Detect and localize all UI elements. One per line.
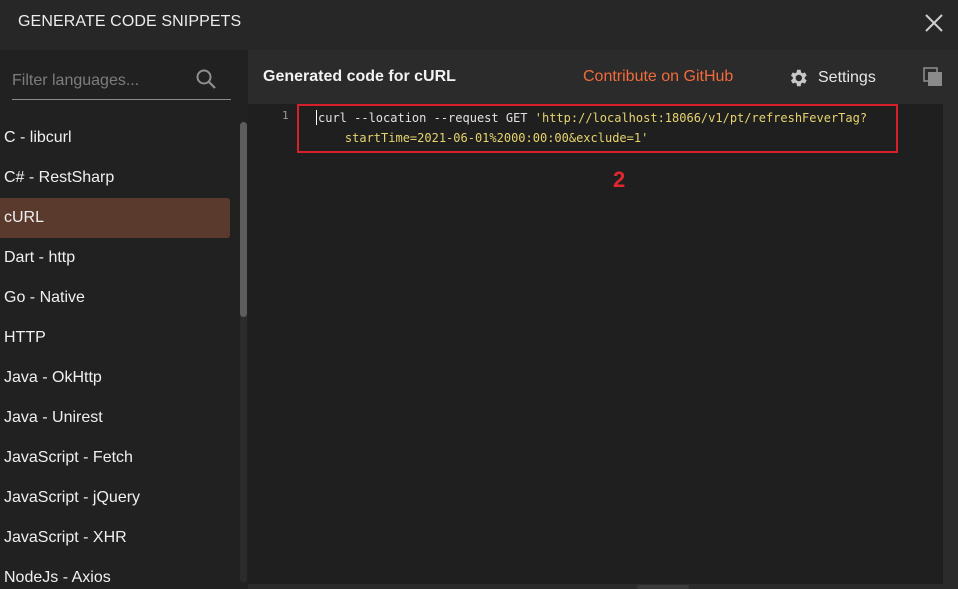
settings-label: Settings	[818, 69, 876, 86]
code-snippet[interactable]: curl --location --request GET 'http://lo…	[316, 108, 916, 148]
sidebar-scrollbar[interactable]	[240, 122, 247, 582]
code-panel: Generated code for cURL Contribute on Gi…	[248, 50, 958, 589]
line-number: 1	[282, 109, 289, 122]
search-icon[interactable]	[195, 68, 217, 90]
code-url-continued: startTime=2021-06-01%2000:00:00&exclude=…	[316, 131, 649, 145]
filter-languages-field	[12, 64, 231, 100]
gear-icon	[790, 69, 807, 87]
annotation-number: 2	[613, 167, 626, 192]
sidebar-scroll-thumb[interactable]	[240, 122, 247, 317]
code-editor[interactable]: 1 curl --location --request GET 'http://…	[248, 104, 943, 584]
language-list: C - libcurl C# - RestSharp cURL Dart - http…	[0, 118, 240, 589]
code-command: curl --location --request GET	[318, 111, 535, 125]
language-item-curl[interactable]: cURL	[0, 198, 230, 238]
dialog-titlebar: GENERATE CODE SNIPPETS	[0, 0, 958, 50]
language-item-dart-http[interactable]: Dart - http	[0, 238, 230, 278]
settings-button[interactable]: Settings	[787, 66, 876, 90]
language-item-csharp-restsharp[interactable]: C# - RestSharp	[0, 158, 230, 198]
panel-right-edge	[943, 104, 958, 589]
language-item-c-libcurl[interactable]: C - libcurl	[0, 118, 230, 158]
language-item-javascript-xhr[interactable]: JavaScript - XHR	[0, 518, 230, 558]
language-item-nodejs-axios[interactable]: NodeJs - Axios	[0, 558, 230, 589]
language-item-javascript-jquery[interactable]: JavaScript - jQuery	[0, 478, 230, 518]
language-item-java-unirest[interactable]: Java - Unirest	[0, 398, 230, 438]
contribute-github-link[interactable]: Contribute on GitHub	[583, 68, 733, 86]
language-item-go-native[interactable]: Go - Native	[0, 278, 230, 318]
text-cursor	[316, 110, 317, 125]
close-icon[interactable]	[922, 11, 946, 35]
filter-languages-input[interactable]	[12, 68, 187, 94]
language-item-http[interactable]: HTTP	[0, 318, 230, 358]
copy-icon[interactable]	[922, 66, 944, 88]
generated-code-title: Generated code for cURL	[263, 68, 456, 85]
code-panel-header: Generated code for cURL Contribute on Gi…	[248, 50, 958, 104]
code-url: 'http://localhost:18066/v1/pt/refreshFev…	[534, 111, 868, 125]
editor-gutter: 1	[248, 104, 296, 584]
language-item-java-okhttp[interactable]: Java - OkHttp	[0, 358, 230, 398]
language-sidebar: C - libcurlC# - RestSharpcURLDart - http…	[0, 50, 248, 589]
dialog-title: GENERATE CODE SNIPPETS	[18, 13, 242, 30]
language-item-javascript-fetch[interactable]: JavaScript - Fetch	[0, 438, 230, 478]
editor-horizontal-scrollbar[interactable]	[637, 585, 689, 589]
